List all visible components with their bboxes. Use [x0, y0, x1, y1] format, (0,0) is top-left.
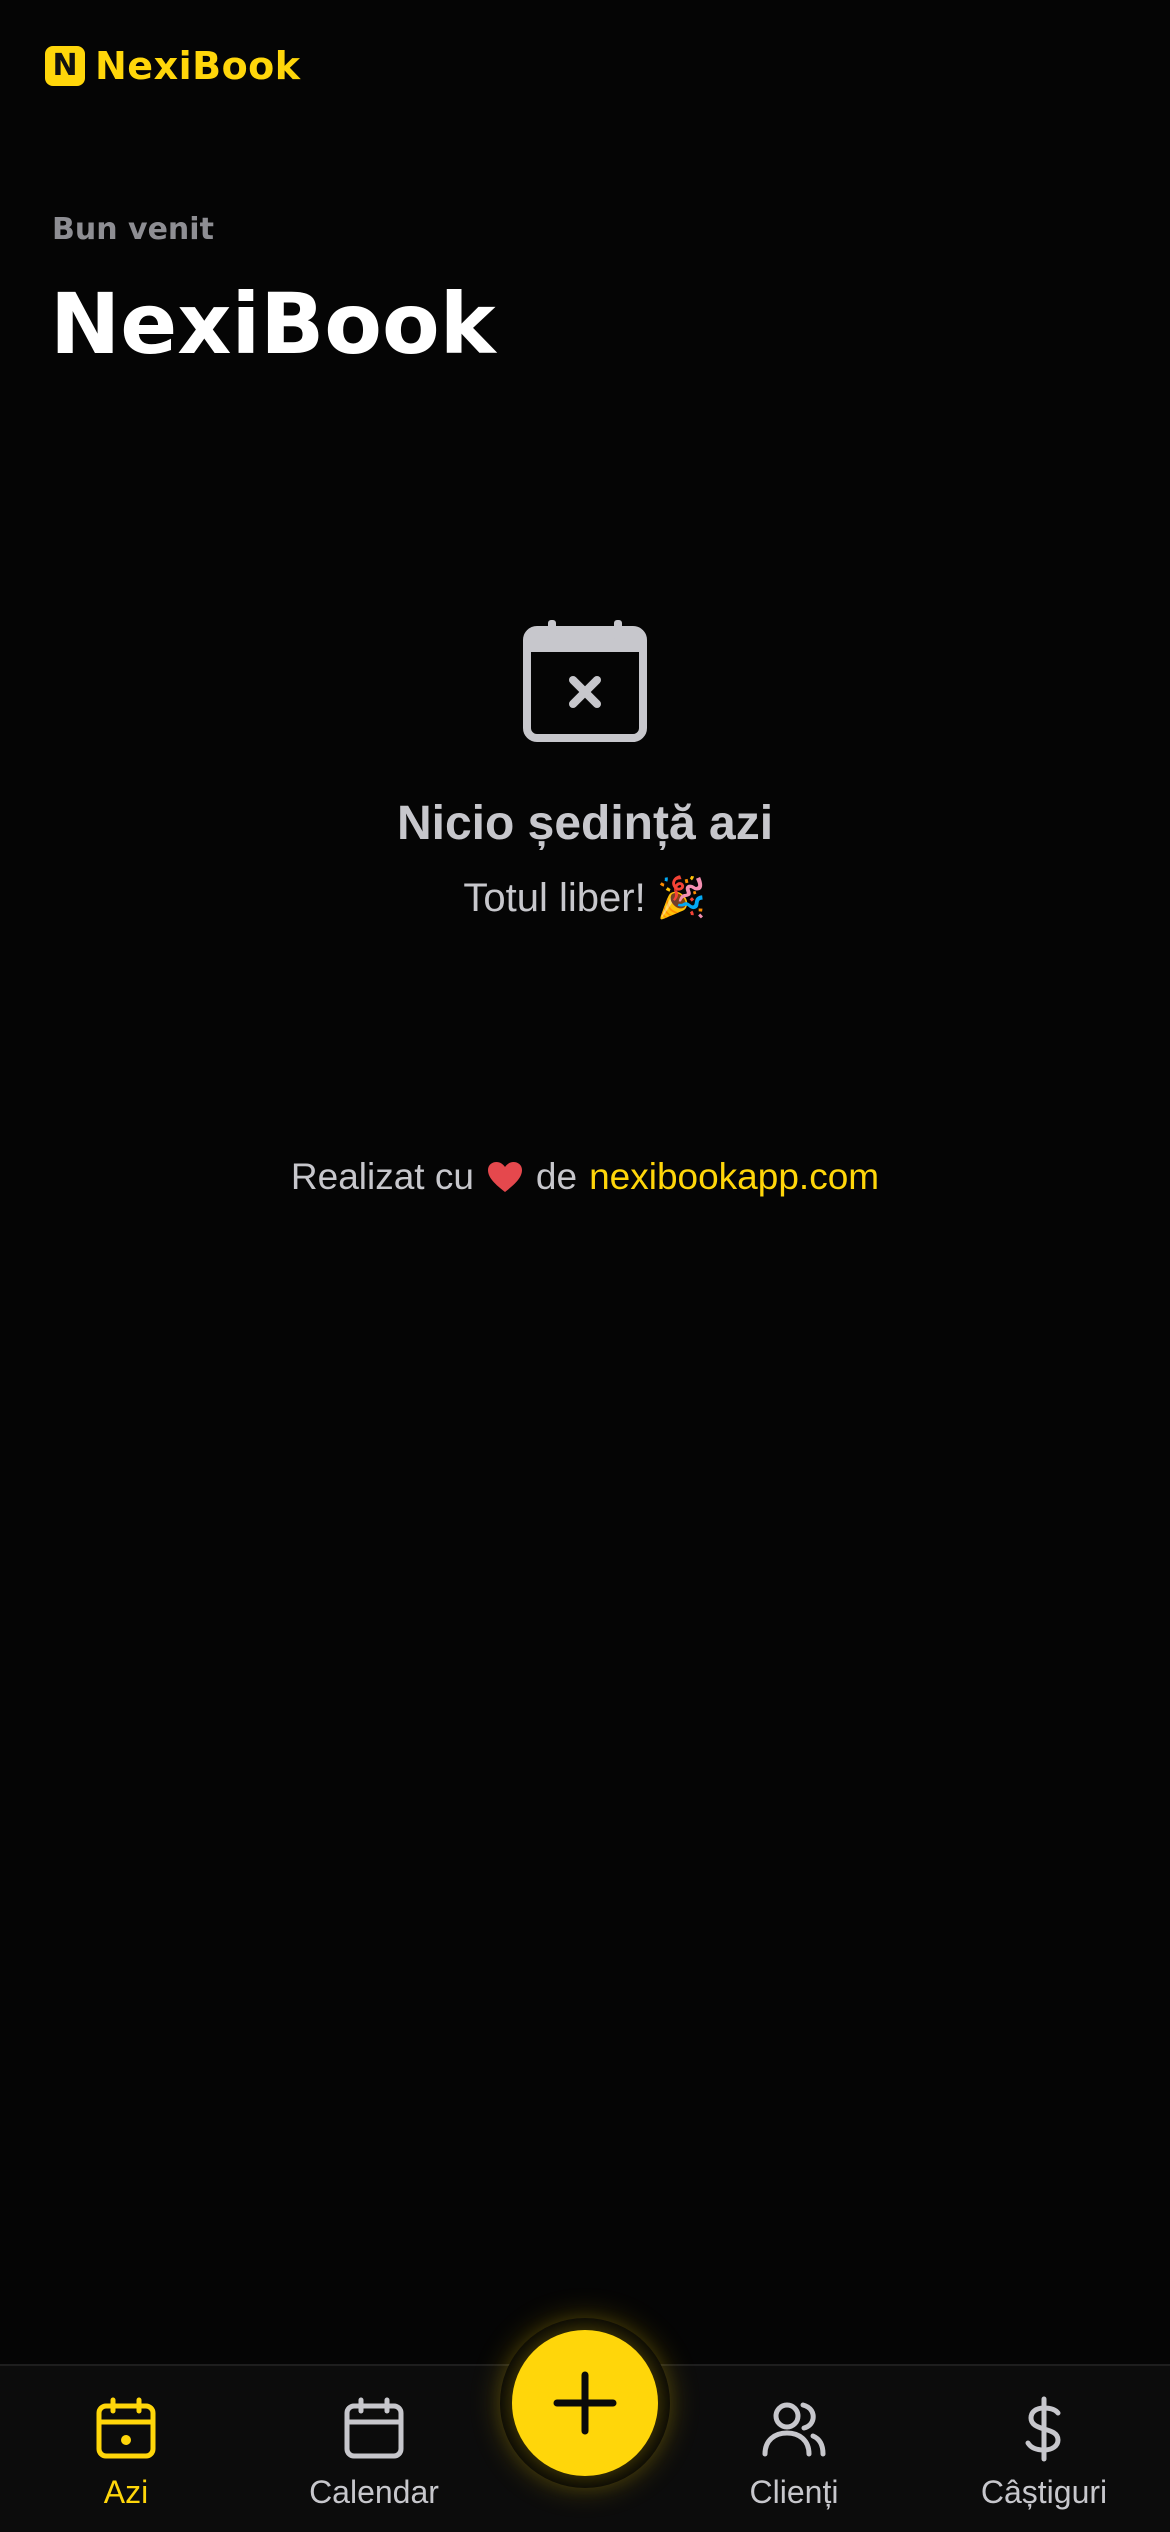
app-screen: N NexiBook Bun venit NexiBook Nicio ședi… — [0, 0, 1170, 2532]
welcome-text: Bun venit — [52, 212, 214, 247]
dollar-icon — [1025, 2396, 1061, 2462]
page-title: NexiBook — [50, 275, 496, 373]
users-icon — [762, 2402, 826, 2457]
add-session-button[interactable] — [512, 2330, 658, 2476]
calendar-x-icon — [523, 620, 647, 742]
footer-credit: Realizat cu de nexibookapp.com — [0, 1156, 1170, 1198]
nav-label-castiguri: Câștiguri — [980, 2474, 1108, 2510]
nav-item-calendar[interactable]: Calendar — [274, 2396, 474, 2511]
nav-item-azi[interactable]: Azi — [26, 2396, 226, 2511]
credit-prefix: Realizat cu — [290, 1156, 474, 1197]
nav-label-calendar: Calendar — [309, 2474, 439, 2510]
nav-item-castiguri[interactable]: Câștiguri — [944, 2396, 1144, 2511]
credit-middle: de — [535, 1156, 578, 1197]
app-header: N NexiBook — [45, 44, 301, 88]
credit-link[interactable]: nexibookapp.com — [589, 1156, 879, 1198]
empty-state-subtitle: Totul liber! 🎉 — [463, 876, 707, 920]
nav-label-clienti: Clienți — [749, 2474, 839, 2510]
brand-logo-icon: N — [45, 46, 85, 86]
calendar-dot-icon — [96, 2397, 156, 2459]
heart-icon — [487, 1162, 522, 1192]
brand-logo-letter: N — [52, 48, 78, 83]
nav-item-clienti[interactable]: Clienți — [694, 2396, 894, 2511]
plus-icon — [553, 2371, 617, 2435]
empty-state-title: Nicio ședință azi — [396, 797, 774, 850]
brand-name: NexiBook — [95, 44, 301, 88]
calendar-icon — [344, 2397, 404, 2459]
nav-label-azi: Azi — [103, 2474, 149, 2510]
